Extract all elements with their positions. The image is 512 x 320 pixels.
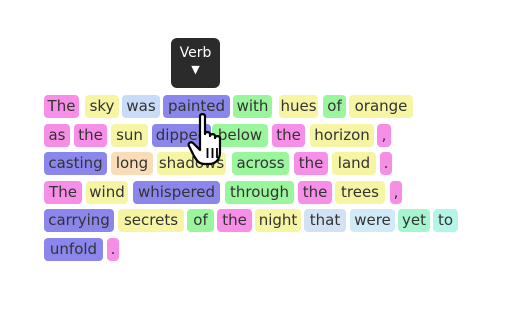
text-line: The sky was painted with hues of orange bbox=[44, 95, 464, 119]
tooltip-arrow-icon: ▼ bbox=[191, 63, 200, 76]
token-adj[interactable]: long bbox=[111, 152, 153, 176]
text-line: as the sun dipped below the horizon, bbox=[44, 123, 464, 148]
token-noun[interactable]: wind bbox=[86, 180, 128, 204]
token-noun[interactable]: secrets bbox=[118, 209, 184, 233]
token-adp[interactable]: with bbox=[233, 95, 272, 118]
token-det[interactable]: The bbox=[44, 180, 82, 204]
text-line: casting long shadows across the land. bbox=[44, 152, 464, 176]
token-det[interactable]: the bbox=[298, 180, 332, 204]
token-punct[interactable]: , bbox=[390, 180, 402, 204]
token-adp[interactable]: of bbox=[187, 209, 214, 233]
token-noun[interactable]: horizon bbox=[310, 123, 374, 147]
token-noun[interactable]: trees bbox=[335, 180, 385, 204]
hand-pointer-icon bbox=[186, 112, 236, 168]
token-det[interactable]: The bbox=[44, 95, 79, 118]
token-verb[interactable]: carrying bbox=[44, 209, 114, 233]
token-punct[interactable]: , bbox=[377, 123, 391, 147]
pos-tooltip: Verb ▼ bbox=[171, 38, 220, 88]
text-line: unfold. bbox=[44, 237, 464, 262]
token-adp[interactable]: across bbox=[232, 152, 289, 176]
text-line: The wind whispered through the trees, bbox=[44, 180, 464, 205]
tagged-text: The sky was painted with hues of orange as the sun… bbox=[44, 95, 464, 267]
token-det[interactable]: the bbox=[217, 209, 252, 233]
token-noun[interactable]: sky bbox=[85, 95, 119, 118]
token-adv[interactable]: yet bbox=[398, 209, 430, 233]
token-adp[interactable]: through bbox=[225, 180, 294, 204]
token-noun[interactable]: land bbox=[332, 152, 376, 176]
token-noun[interactable]: sun bbox=[111, 123, 148, 147]
token-aux[interactable]: was bbox=[122, 95, 160, 118]
token-verb[interactable]: casting bbox=[44, 152, 107, 176]
token-verb[interactable]: unfold bbox=[44, 237, 103, 261]
token-noun[interactable]: hues bbox=[279, 95, 318, 118]
token-noun[interactable]: orange bbox=[349, 95, 413, 118]
token-noun[interactable]: night bbox=[255, 209, 301, 233]
token-verb[interactable]: whispered bbox=[133, 180, 220, 204]
token-det[interactable]: the bbox=[294, 152, 328, 176]
token-det[interactable]: the bbox=[74, 123, 107, 147]
text-line: carrying secrets of the night that were yet to bbox=[44, 209, 464, 233]
pos-tagger-view: The sky was painted with hues of orange as the sun… bbox=[0, 0, 512, 320]
tooltip-label: Verb bbox=[179, 45, 212, 61]
token-punct[interactable]: . bbox=[107, 237, 119, 261]
token-punct[interactable]: . bbox=[380, 152, 392, 176]
token-part[interactable]: to bbox=[433, 209, 458, 233]
token-punct[interactable]: as bbox=[44, 123, 70, 147]
token-pron[interactable]: that bbox=[304, 209, 346, 233]
token-cconj[interactable]: were bbox=[350, 209, 395, 233]
token-det[interactable]: the bbox=[272, 123, 305, 147]
token-adp[interactable]: of bbox=[323, 95, 346, 118]
